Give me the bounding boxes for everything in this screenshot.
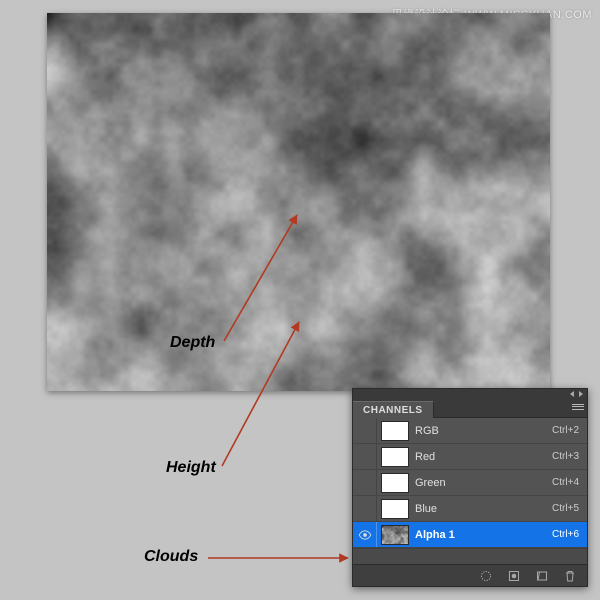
clouds-preview-image	[47, 13, 550, 391]
channel-shortcut: Ctrl+5	[552, 503, 581, 514]
channel-name: Blue	[415, 503, 552, 515]
visibility-toggle[interactable]	[353, 444, 377, 469]
save-selection-icon[interactable]	[507, 569, 521, 583]
load-selection-icon[interactable]	[479, 569, 493, 583]
channel-name: Green	[415, 477, 552, 489]
channel-name: RGB	[415, 425, 552, 437]
channel-shortcut: Ctrl+6	[552, 529, 581, 540]
channel-thumbnail	[381, 421, 409, 441]
channel-row[interactable]: RGBCtrl+2	[353, 418, 587, 444]
channel-shortcut: Ctrl+4	[552, 477, 581, 488]
channel-thumbnail	[381, 473, 409, 493]
panel-menu-icon[interactable]	[571, 401, 585, 413]
panel-empty-area	[353, 548, 587, 564]
new-channel-icon[interactable]	[535, 569, 549, 583]
channels-panel: CHANNELS RGBCtrl+2RedCtrl+3GreenCtrl+4Bl…	[352, 388, 588, 587]
channel-thumbnail	[381, 447, 409, 467]
channel-row[interactable]: Alpha 1Ctrl+6	[353, 522, 587, 548]
channel-shortcut: Ctrl+2	[552, 425, 581, 436]
channels-list: RGBCtrl+2RedCtrl+3GreenCtrl+4BlueCtrl+5A…	[353, 418, 587, 548]
panel-tabs: CHANNELS	[353, 399, 587, 418]
height-label: Height	[166, 459, 216, 477]
channel-thumbnail	[381, 499, 409, 519]
channels-tab[interactable]: CHANNELS	[353, 401, 434, 418]
visibility-toggle[interactable]	[353, 522, 377, 547]
channel-row[interactable]: BlueCtrl+5	[353, 496, 587, 522]
channel-thumbnail	[381, 525, 409, 545]
depth-label: Depth	[170, 334, 215, 352]
visibility-toggle[interactable]	[353, 496, 377, 521]
channel-row[interactable]: RedCtrl+3	[353, 444, 587, 470]
visibility-toggle[interactable]	[353, 470, 377, 495]
visibility-toggle[interactable]	[353, 418, 377, 443]
delete-channel-icon[interactable]	[563, 569, 577, 583]
channel-name: Red	[415, 451, 552, 463]
panel-footer	[353, 564, 587, 586]
channel-shortcut: Ctrl+3	[552, 451, 581, 462]
channel-row[interactable]: GreenCtrl+4	[353, 470, 587, 496]
channel-name: Alpha 1	[415, 529, 552, 541]
clouds-label: Clouds	[144, 548, 198, 566]
panel-collapse-bar[interactable]	[353, 389, 587, 399]
